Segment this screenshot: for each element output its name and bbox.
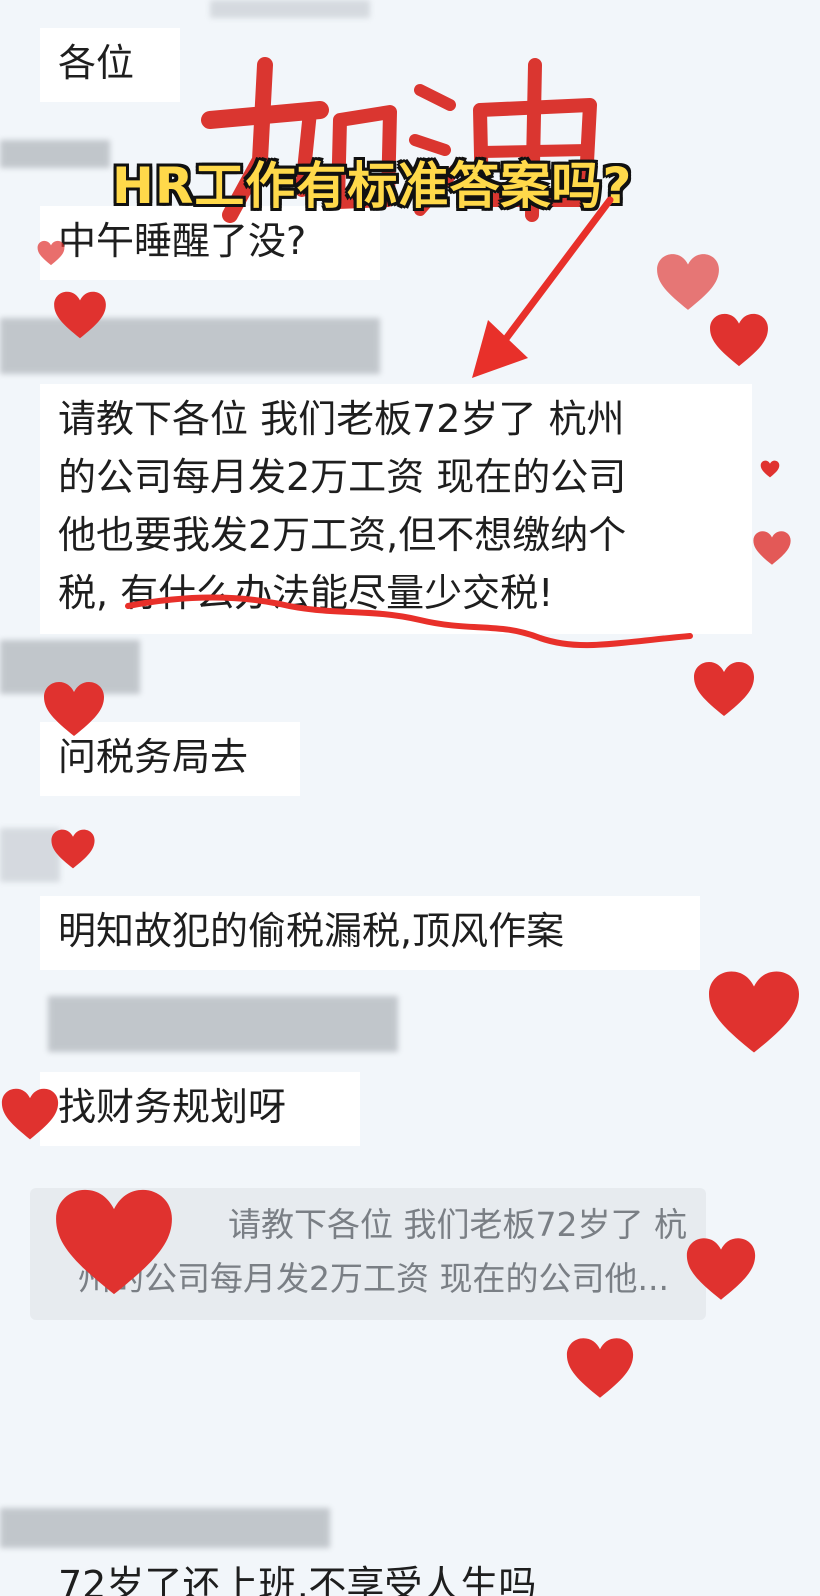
message-text: 明知故犯的偷税漏税,顶风作案 (58, 909, 565, 953)
blurred-name (0, 140, 110, 168)
message-text: 找财务规划呀 (58, 1085, 287, 1129)
heart-icon (564, 1336, 636, 1400)
blurred-name (0, 1508, 330, 1548)
message-bubble[interactable]: 明知故犯的偷税漏税,顶风作案 (40, 896, 700, 970)
heart-icon (692, 660, 756, 718)
message-text: 72岁了还上班,不享受人生吗 (58, 1563, 537, 1596)
blurred-name (48, 996, 398, 1052)
message-bubble[interactable]: 72岁了还上班,不享受人生吗 (40, 1550, 760, 1596)
message-line: 的公司每月发2万工资 现在的公司 (58, 455, 627, 499)
heart-icon (52, 1186, 176, 1298)
message-text: 问税务局去 (58, 735, 249, 779)
heart-icon (52, 290, 108, 340)
message-line: 他也要我发2万工资,但不想缴纳个 (58, 513, 627, 557)
heart-icon (0, 1086, 60, 1142)
heart-icon (36, 240, 66, 266)
message-bubble[interactable]: 各位 (40, 28, 180, 102)
heart-icon (706, 968, 802, 1056)
heart-icon (42, 680, 106, 738)
heart-icon (50, 828, 96, 870)
message-line: 请教下各位 我们老板72岁了 杭州 (58, 397, 625, 441)
heart-icon (752, 530, 792, 566)
message-bubble[interactable]: 找财务规划呀 (40, 1072, 360, 1146)
heart-icon (708, 312, 770, 368)
message-text: 各位 (58, 41, 135, 85)
heart-icon (684, 1236, 758, 1302)
underline-annotation (125, 594, 693, 649)
heart-icon (760, 460, 780, 478)
arrow-annotation (472, 196, 614, 378)
heart-icon (655, 252, 721, 312)
blurred-name (210, 0, 370, 18)
